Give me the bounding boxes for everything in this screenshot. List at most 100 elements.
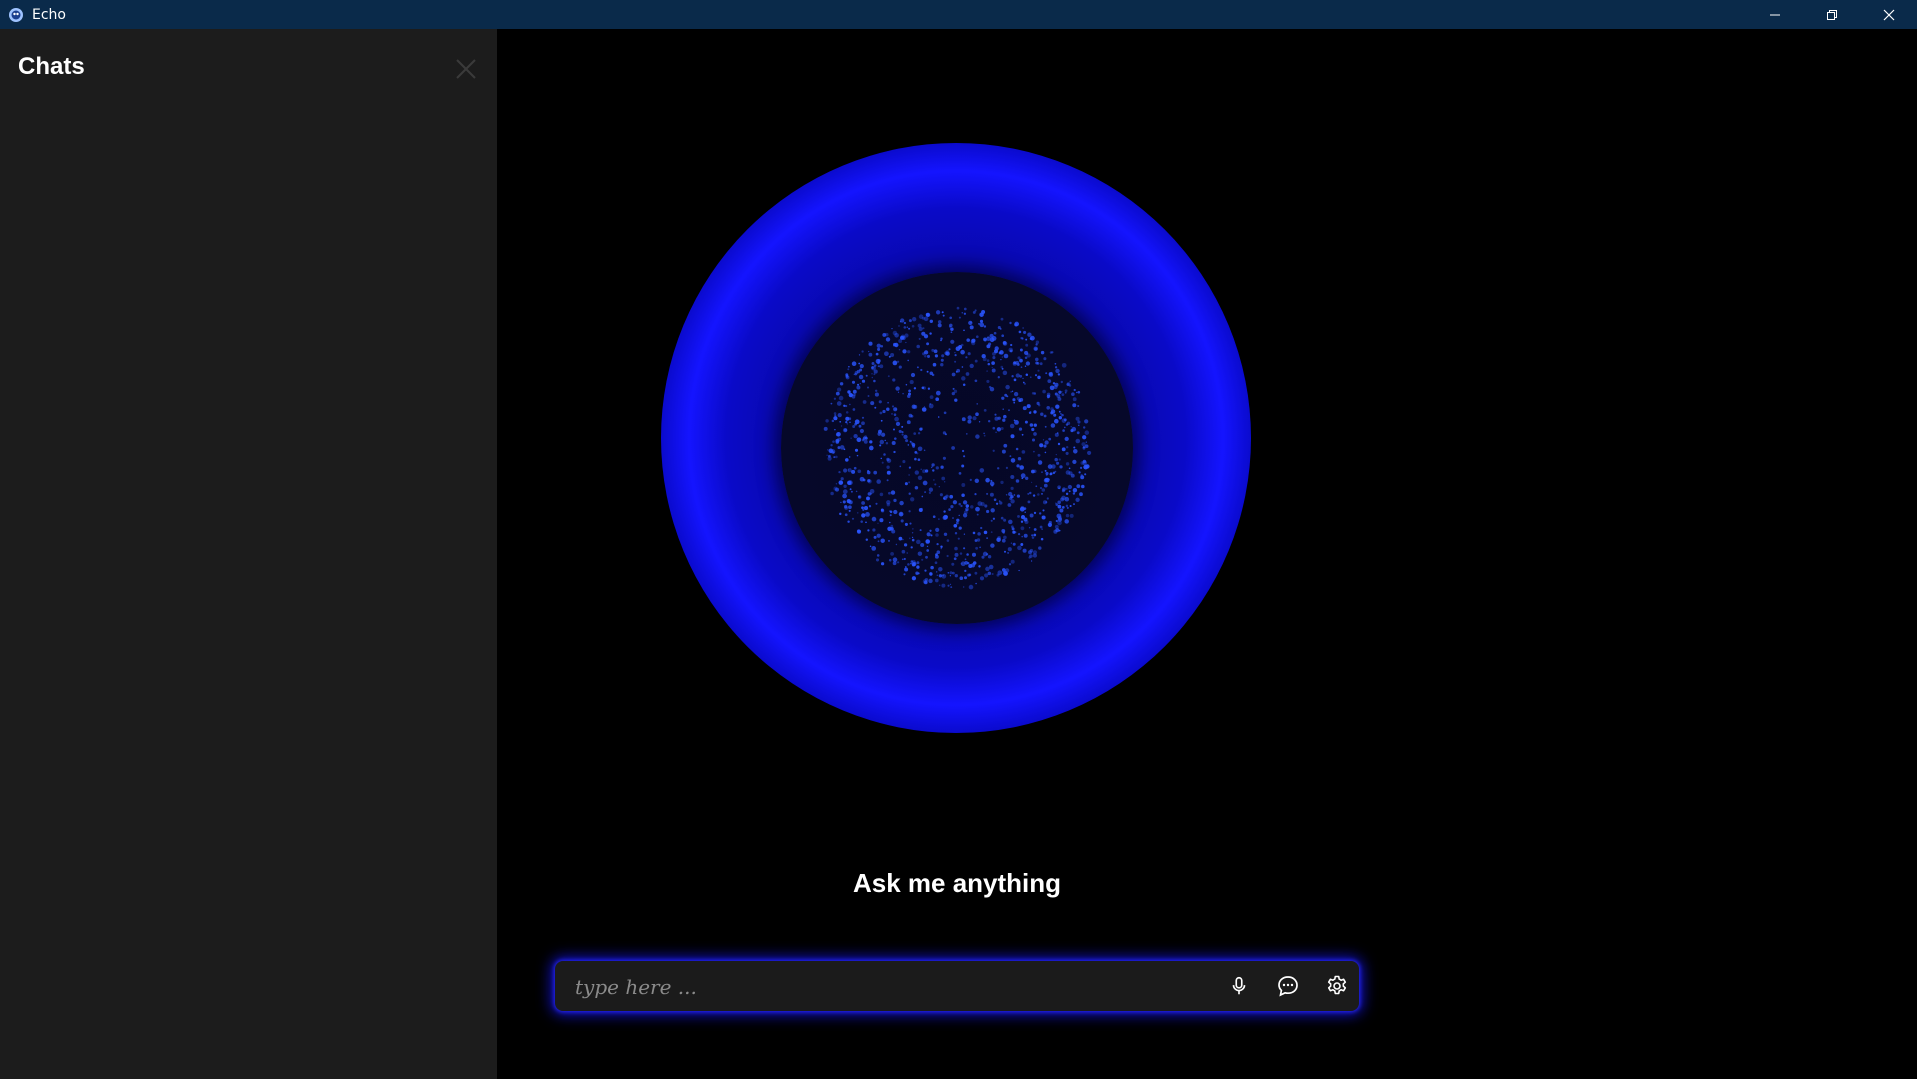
orb-particle bbox=[1013, 378, 1017, 382]
orb-particle bbox=[903, 543, 908, 547]
orb-particle bbox=[933, 349, 938, 354]
orb-particle bbox=[1058, 416, 1062, 420]
orb-particle bbox=[868, 350, 870, 353]
microphone-button[interactable] bbox=[1226, 973, 1252, 999]
chat-mode-button[interactable] bbox=[1275, 973, 1301, 999]
orb-particle bbox=[832, 451, 835, 454]
orb-particle bbox=[1029, 548, 1034, 553]
chat-input[interactable] bbox=[573, 961, 1197, 1013]
orb-particle bbox=[875, 502, 878, 505]
orb-particle bbox=[969, 363, 974, 369]
orb-particle bbox=[941, 311, 944, 314]
orb-particle bbox=[891, 440, 896, 446]
particle-orb[interactable] bbox=[781, 272, 1133, 624]
orb-particle bbox=[963, 307, 967, 311]
orb-particle bbox=[1017, 532, 1021, 536]
orb-particle bbox=[895, 421, 901, 427]
orb-particle bbox=[911, 576, 917, 581]
orb-particle bbox=[916, 561, 920, 565]
orb-particle bbox=[940, 362, 944, 367]
orb-particle bbox=[1010, 343, 1013, 347]
orb-particle bbox=[861, 350, 864, 353]
orb-particle bbox=[866, 496, 870, 501]
orb-particle bbox=[874, 406, 877, 409]
orb-particle bbox=[1084, 430, 1090, 435]
sidebar-close-button[interactable] bbox=[452, 55, 480, 83]
orb-particle bbox=[911, 538, 915, 542]
orb-particle bbox=[851, 517, 855, 520]
orb-particle bbox=[983, 325, 987, 328]
orb-particle bbox=[908, 413, 913, 418]
orb-particle bbox=[1040, 487, 1042, 489]
orb-particle bbox=[1042, 500, 1048, 505]
orb-particle bbox=[912, 444, 916, 448]
orb-particle bbox=[1057, 485, 1061, 490]
orb-particle bbox=[861, 506, 864, 510]
orb-particle bbox=[1066, 446, 1069, 449]
orb-particle bbox=[934, 483, 937, 486]
restore-icon bbox=[1826, 9, 1837, 20]
orb-particle bbox=[1001, 356, 1004, 358]
orb-particle bbox=[916, 366, 919, 369]
orb-particle bbox=[965, 504, 969, 508]
settings-button[interactable] bbox=[1324, 973, 1350, 999]
orb-particle bbox=[1027, 492, 1030, 495]
orb-particle bbox=[958, 502, 961, 506]
orb-particle bbox=[839, 382, 844, 386]
orb-particle bbox=[1056, 461, 1060, 465]
orb-particle bbox=[1028, 527, 1031, 529]
orb-particle bbox=[950, 504, 954, 509]
orb-particle bbox=[928, 578, 933, 584]
orb-particle bbox=[987, 336, 989, 338]
orb-particle bbox=[842, 428, 848, 433]
window-controls bbox=[1746, 0, 1917, 29]
restore-button[interactable] bbox=[1803, 0, 1860, 29]
orb-particle bbox=[1061, 506, 1065, 509]
orb-particle bbox=[940, 358, 944, 362]
orb-particle bbox=[963, 455, 966, 458]
orb-particle bbox=[1017, 514, 1020, 518]
minimize-button[interactable] bbox=[1746, 0, 1803, 29]
orb-particle bbox=[1055, 519, 1058, 523]
orb-particle bbox=[891, 327, 893, 330]
orb-particle bbox=[960, 504, 963, 508]
orb-particle bbox=[917, 458, 921, 462]
orb-particle bbox=[852, 425, 856, 428]
orb-particle bbox=[1007, 551, 1010, 554]
orb-particle bbox=[900, 519, 904, 523]
orb-particle bbox=[940, 465, 944, 469]
orb-particle bbox=[924, 355, 927, 358]
orb-particle bbox=[976, 538, 981, 542]
orb-particle bbox=[854, 419, 860, 425]
orb-particle bbox=[886, 407, 890, 411]
orb-particles bbox=[823, 306, 1092, 590]
orb-particle bbox=[996, 427, 1002, 432]
orb-particle bbox=[1042, 509, 1045, 512]
orb-particle bbox=[901, 425, 904, 428]
orb-particle bbox=[1002, 341, 1007, 345]
orb-particle bbox=[960, 343, 964, 347]
orb-particle bbox=[955, 521, 959, 525]
orb-particle bbox=[906, 326, 909, 329]
orb-particle bbox=[1029, 491, 1032, 495]
orb-particle bbox=[890, 352, 895, 358]
orb-particle bbox=[938, 566, 943, 572]
orb-particle bbox=[935, 466, 939, 470]
orb-particle bbox=[908, 319, 912, 323]
orb-particle bbox=[888, 558, 892, 562]
orb-particle bbox=[886, 470, 891, 475]
orb-particle bbox=[854, 448, 859, 452]
orb-particle bbox=[975, 412, 979, 417]
orb-particle bbox=[906, 420, 911, 425]
orb-particle bbox=[1039, 512, 1042, 515]
orb-particle bbox=[1038, 546, 1042, 550]
orb-particle bbox=[848, 456, 851, 458]
orb-particle bbox=[1026, 353, 1031, 358]
orb-particle bbox=[1033, 511, 1037, 515]
orb-particle bbox=[1049, 351, 1053, 354]
orb-particle bbox=[852, 389, 857, 394]
orb-particle bbox=[928, 487, 934, 492]
orb-particle bbox=[951, 372, 956, 377]
close-window-button[interactable] bbox=[1860, 0, 1917, 29]
window-title: Echo bbox=[32, 6, 66, 23]
